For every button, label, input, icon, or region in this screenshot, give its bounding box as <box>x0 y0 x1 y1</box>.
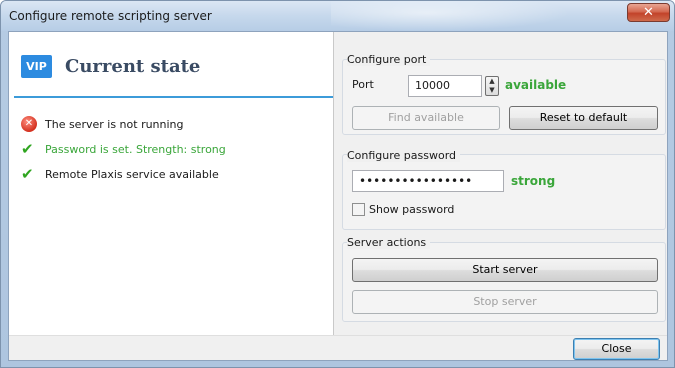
close-button[interactable]: Close <box>573 338 660 360</box>
show-password-label[interactable]: Show password <box>369 203 454 216</box>
port-input[interactable]: 10000 <box>408 75 482 97</box>
current-state-title: Current state <box>65 56 201 77</box>
status-text-service: Remote Plaxis service available <box>45 167 219 181</box>
status-item-service: ✔ Remote Plaxis service available <box>21 165 219 183</box>
configure-password-group <box>342 154 666 230</box>
title-bar: Configure remote scripting server ✕ <box>1 1 674 31</box>
port-status: available <box>505 78 567 92</box>
status-text-password: Password is set. Strength: strong <box>45 142 226 156</box>
checkmark-icon: ✔ <box>21 140 34 158</box>
show-password-checkbox[interactable] <box>352 203 365 216</box>
find-available-button[interactable]: Find available <box>352 106 500 130</box>
spin-up-icon[interactable]: ▲ <box>486 77 498 86</box>
vip-logo: VIP <box>21 55 52 78</box>
error-icon: ✕ <box>21 116 37 132</box>
status-text-server: The server is not running <box>45 117 184 131</box>
stop-server-button[interactable]: Stop server <box>352 290 658 314</box>
password-input[interactable]: •••••••••••••••• <box>352 170 504 192</box>
header-divider <box>14 96 333 98</box>
window-title: Configure remote scripting server <box>9 9 212 23</box>
dialog-client-area: VIP Current state ✕ The server is not ru… <box>8 31 668 361</box>
configure-port-title: Configure port <box>347 53 431 66</box>
dialog-footer <box>9 335 667 360</box>
port-spinner[interactable]: ▲ ▼ <box>485 76 499 96</box>
configure-password-title: Configure password <box>347 149 461 162</box>
password-strength: strong <box>511 174 556 188</box>
window-close-button[interactable]: ✕ <box>627 3 670 22</box>
spin-down-icon[interactable]: ▼ <box>486 86 498 95</box>
checkmark-icon: ✔ <box>21 165 34 183</box>
status-item-server: ✕ The server is not running <box>21 115 184 133</box>
port-label: Port <box>352 78 374 91</box>
server-actions-title: Server actions <box>347 236 431 249</box>
reset-to-default-button[interactable]: Reset to default <box>509 106 658 130</box>
start-server-button[interactable]: Start server <box>352 258 658 282</box>
current-state-panel: VIP Current state ✕ The server is not ru… <box>9 32 334 335</box>
title-bar-glow <box>331 1 571 31</box>
dialog-window: Configure remote scripting server ✕ VIP … <box>0 0 675 368</box>
status-item-password: ✔ Password is set. Strength: strong <box>21 140 226 158</box>
current-state-header: VIP Current state <box>9 32 333 98</box>
